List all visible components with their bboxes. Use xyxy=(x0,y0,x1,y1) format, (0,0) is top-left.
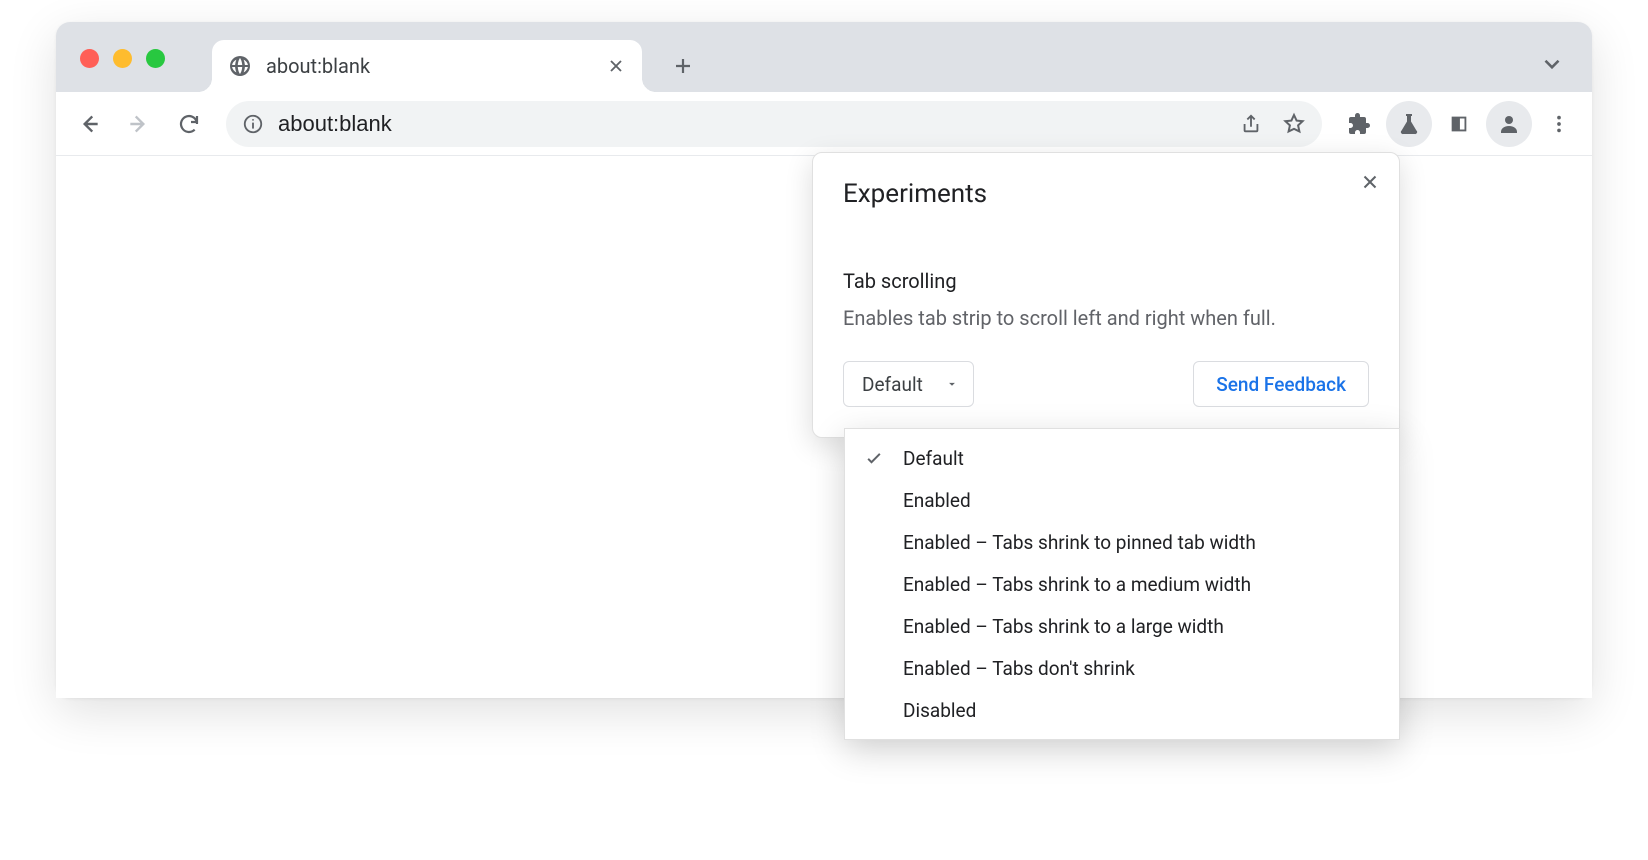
macos-window-controls xyxy=(80,49,165,68)
experiment-description: Enables tab strip to scroll left and rig… xyxy=(843,303,1369,333)
experiment-option-label: Enabled – Tabs shrink to a large width xyxy=(903,615,1224,638)
profile-button[interactable] xyxy=(1486,101,1532,147)
browser-tab[interactable]: about:blank xyxy=(212,40,642,92)
caret-down-icon xyxy=(945,377,959,391)
forward-button[interactable] xyxy=(116,101,162,147)
experiment-option-label: Enabled – Tabs shrink to pinned tab widt… xyxy=(903,531,1256,554)
experiment-option[interactable]: Enabled – Tabs shrink to a large width xyxy=(845,605,1399,647)
url-input[interactable] xyxy=(278,111,1226,137)
experiment-option-label: Disabled xyxy=(903,699,976,722)
experiments-popup: Experiments Tab scrolling Enables tab st… xyxy=(812,152,1400,438)
new-tab-button[interactable] xyxy=(662,45,704,87)
window-maximize-button[interactable] xyxy=(146,49,165,68)
browser-window: about:blank xyxy=(56,22,1592,698)
globe-icon xyxy=(228,54,252,78)
experiment-option-label: Enabled – Tabs don't shrink xyxy=(903,657,1135,680)
tab-strip: about:blank xyxy=(56,22,1592,92)
window-close-button[interactable] xyxy=(80,49,99,68)
reload-button[interactable] xyxy=(166,101,212,147)
menu-button[interactable] xyxy=(1536,101,1582,147)
experiment-option[interactable]: Enabled xyxy=(845,479,1399,521)
tab-title: about:blank xyxy=(266,54,606,78)
experiment-option[interactable]: Enabled – Tabs don't shrink xyxy=(845,647,1399,689)
site-info-icon[interactable] xyxy=(242,113,264,135)
experiment-option[interactable]: Disabled xyxy=(845,689,1399,731)
experiment-option[interactable]: Default xyxy=(845,437,1399,479)
back-button[interactable] xyxy=(66,101,112,147)
experiment-option-label: Enabled xyxy=(903,489,971,512)
close-tab-button[interactable] xyxy=(606,56,626,76)
checkmark-icon xyxy=(861,448,887,468)
experiment-name: Tab scrolling xyxy=(843,269,1369,293)
send-feedback-label: Send Feedback xyxy=(1216,373,1346,396)
close-popup-button[interactable] xyxy=(1355,167,1385,197)
extensions-button[interactable] xyxy=(1336,101,1382,147)
experiment-select-value: Default xyxy=(862,373,923,396)
experiment-option[interactable]: Enabled – Tabs shrink to a medium width xyxy=(845,563,1399,605)
omnibox[interactable] xyxy=(226,101,1322,147)
share-icon[interactable] xyxy=(1240,113,1262,135)
experiment-option-label: Default xyxy=(903,447,964,470)
experiment-options-dropdown: Default Enabled Enabled – Tabs shrink to p… xyxy=(844,428,1400,740)
experiment-option[interactable]: Enabled – Tabs shrink to pinned tab widt… xyxy=(845,521,1399,563)
send-feedback-button[interactable]: Send Feedback xyxy=(1193,361,1369,407)
bookmark-star-icon[interactable] xyxy=(1282,112,1306,136)
experiment-option-label: Enabled – Tabs shrink to a medium width xyxy=(903,573,1251,596)
experiments-button[interactable] xyxy=(1386,101,1432,147)
toolbar xyxy=(56,92,1592,156)
window-minimize-button[interactable] xyxy=(113,49,132,68)
side-panel-button[interactable] xyxy=(1436,101,1482,147)
popup-title: Experiments xyxy=(843,179,1369,209)
experiment-select[interactable]: Default xyxy=(843,361,974,407)
tabs-overflow-button[interactable] xyxy=(1532,44,1572,84)
